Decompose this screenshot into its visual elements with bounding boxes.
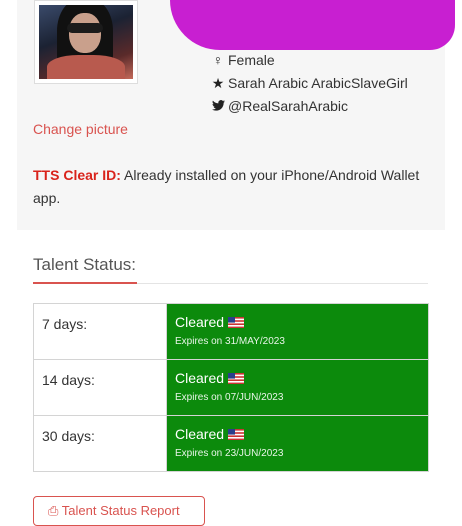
- period-cell: 14 days:: [33, 359, 167, 416]
- status-cell: Cleared Expires on 07/JUN/2023: [166, 359, 429, 416]
- status-cell: Cleared Expires on 31/MAY/2023: [166, 303, 429, 360]
- us-flag-icon: [228, 317, 245, 328]
- avatar-image: [39, 5, 133, 79]
- status-cell: Cleared Expires on 23/JUN/2023: [166, 415, 429, 472]
- gender-text: Female: [228, 52, 275, 68]
- talent-status-report-button[interactable]: ⎙ Talent Status Report: [33, 496, 205, 526]
- period-cell: 30 days:: [33, 415, 167, 472]
- table-row: 30 days: Cleared Expires on 23/JUN/2023: [33, 415, 429, 472]
- star-icon: ★: [211, 75, 225, 91]
- period-cell: 7 days:: [33, 303, 167, 360]
- twitter-handle[interactable]: @RealSarahArabic: [228, 98, 348, 114]
- us-flag-icon: [228, 429, 245, 440]
- table-row: 14 days: Cleared Expires on 07/JUN/2023: [33, 359, 429, 416]
- female-icon: ♀: [212, 52, 224, 68]
- status-text: Cleared: [175, 370, 225, 386]
- status-text: Cleared: [175, 426, 225, 442]
- tts-clear-id: TTS Clear ID: Already installed on your …: [33, 164, 433, 210]
- us-flag-icon: [228, 373, 245, 384]
- gender-row: ♀ Female: [210, 52, 275, 68]
- expires-text: Expires on 31/MAY/2023: [175, 336, 285, 347]
- talent-status-heading: Talent Status:: [33, 255, 137, 274]
- table-row: 7 days: Cleared Expires on 31/MAY/2023: [33, 303, 429, 360]
- twitter-row[interactable]: @RealSarahArabic: [210, 98, 348, 114]
- talent-status-table: 7 days: Cleared Expires on 31/MAY/2023 1…: [33, 303, 429, 472]
- pdf-icon: ⎙: [48, 503, 59, 518]
- expires-text: Expires on 07/JUN/2023: [175, 392, 284, 403]
- expires-text: Expires on 23/JUN/2023: [175, 448, 284, 459]
- twitter-icon: [210, 98, 226, 114]
- profile-avatar[interactable]: [34, 0, 138, 84]
- redaction-scribble: [170, 0, 455, 50]
- change-picture-link[interactable]: Change picture: [33, 121, 128, 137]
- name-row: ★ Sarah Arabic ArabicSlaveGirl: [210, 75, 408, 92]
- name-text: Sarah Arabic ArabicSlaveGirl: [228, 75, 408, 91]
- report-button-label: Talent Status Report: [61, 503, 180, 518]
- status-text: Cleared: [175, 314, 225, 330]
- section-accent-line: [33, 282, 137, 284]
- tts-label: TTS Clear ID:: [33, 167, 121, 183]
